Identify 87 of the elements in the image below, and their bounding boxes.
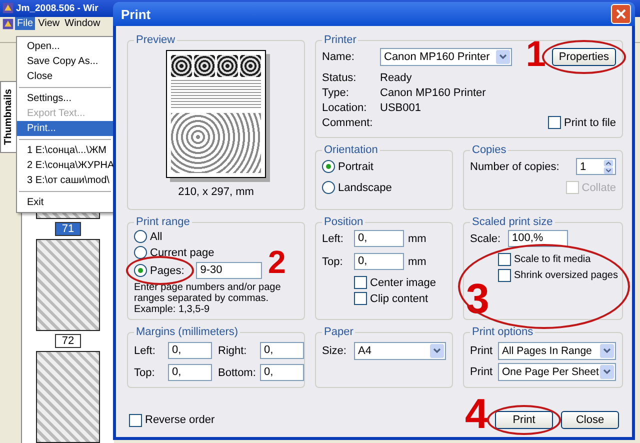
menu-item[interactable]: Close bbox=[17, 69, 113, 84]
callout-number: 4 bbox=[465, 393, 488, 435]
print-to-file-checkbox[interactable]: Print to file bbox=[548, 116, 616, 129]
position-checkbox[interactable]: Center image bbox=[354, 276, 446, 289]
page-number: 71 bbox=[54, 222, 82, 236]
field-label: Bottom: bbox=[218, 366, 254, 378]
info-label: Status: bbox=[322, 72, 358, 84]
position-field[interactable]: 0, bbox=[354, 230, 404, 247]
menu-item[interactable]: 2 E:\сонца\ЖУРНА bbox=[17, 158, 113, 173]
menu-item[interactable]: Exit bbox=[17, 195, 113, 210]
scale-field[interactable]: 100,% bbox=[508, 230, 568, 247]
pages-hint: Enter page numbers and/or page ranges separated by commas. Example: 1,3,5-9 bbox=[134, 282, 282, 315]
field-label: Name: bbox=[322, 51, 356, 63]
field-label: Top: bbox=[322, 256, 344, 268]
dialog-title: Print bbox=[121, 6, 151, 22]
info-value: Ready bbox=[380, 72, 412, 84]
field-label: Scale: bbox=[470, 232, 502, 244]
margin-field[interactable]: 0, bbox=[168, 342, 212, 359]
menu-item[interactable]: File bbox=[15, 17, 36, 30]
group-title: Preview bbox=[135, 34, 176, 46]
margin-field[interactable]: 0, bbox=[260, 342, 304, 359]
page-thumbnail[interactable] bbox=[36, 351, 100, 443]
field-label: Size: bbox=[322, 345, 348, 357]
scale-checkbox[interactable]: Scale to fit media bbox=[498, 253, 616, 266]
group-title: Print options bbox=[471, 326, 534, 338]
orientation-radio[interactable]: Portrait bbox=[322, 160, 446, 173]
properties-button[interactable]: Properties bbox=[552, 48, 616, 66]
menu-item[interactable]: Save Copy As... bbox=[17, 54, 113, 69]
unit-label: mm bbox=[408, 232, 426, 244]
copies-spinbox[interactable]: 1 bbox=[576, 158, 616, 175]
orientation-radio[interactable]: Landscape bbox=[322, 181, 446, 194]
position-field[interactable]: 0, bbox=[354, 253, 404, 270]
menu-item[interactable]: 1 E:\сонца\...\ЖМ bbox=[17, 143, 113, 158]
callout-number: 2 bbox=[268, 246, 286, 278]
menu-item[interactable]: 3 E:\от саши\mod\ bbox=[17, 173, 113, 188]
app-icon bbox=[2, 2, 14, 14]
margin-field[interactable]: 0, bbox=[260, 364, 304, 381]
reverse-order-checkbox[interactable]: Reverse order bbox=[129, 414, 215, 426]
dialog-button[interactable]: Print bbox=[495, 411, 553, 429]
callout-number: 1 bbox=[526, 36, 546, 72]
app-icon bbox=[2, 18, 14, 30]
field-label: Left: bbox=[322, 232, 344, 244]
app-title: Jm_2008.506 - Wir bbox=[16, 2, 98, 14]
menu-item[interactable]: Window bbox=[62, 17, 102, 30]
menu-item[interactable]: Settings... bbox=[17, 91, 113, 106]
info-label: Type: bbox=[322, 86, 350, 98]
group-title: Scaled print size bbox=[471, 216, 554, 228]
scale-checkbox[interactable]: Shrink oversized pages bbox=[498, 269, 616, 282]
group-title: Position bbox=[323, 216, 364, 228]
menu-item[interactable]: View bbox=[36, 17, 62, 30]
group-title: Print range bbox=[135, 216, 191, 228]
position-checkbox[interactable]: Clip content bbox=[354, 292, 446, 305]
info-label: Comment: bbox=[322, 116, 374, 128]
group-title: Paper bbox=[323, 326, 354, 338]
info-label: Location: bbox=[322, 102, 368, 114]
field-label: Left: bbox=[134, 344, 156, 356]
group-title: Margins (millimeters) bbox=[135, 326, 240, 338]
dialog-button[interactable]: Close bbox=[561, 411, 619, 429]
field-label: Print bbox=[470, 345, 494, 357]
print-range-radio[interactable]: Current page bbox=[134, 246, 214, 259]
unit-label: mm bbox=[408, 256, 426, 268]
print-range-radio[interactable]: All bbox=[134, 230, 162, 243]
printer-select[interactable]: Canon MP160 Printer bbox=[380, 48, 512, 66]
spin-arrows-icon bbox=[603, 160, 614, 174]
paper-size-select[interactable]: A4 bbox=[354, 342, 446, 360]
page-thumbnail[interactable] bbox=[36, 239, 100, 331]
info-value: USB001 bbox=[380, 102, 421, 114]
field-label: Number of copies: bbox=[470, 160, 560, 172]
close-icon bbox=[616, 9, 626, 19]
print-range-radio[interactable]: Pages: bbox=[134, 264, 184, 277]
field-label: Right: bbox=[218, 344, 248, 356]
group-title: Printer bbox=[323, 34, 358, 46]
info-value: Canon MP160 Printer bbox=[380, 86, 486, 98]
page-size-caption: 210, x 297, mm bbox=[178, 186, 254, 198]
margin-field[interactable]: 0, bbox=[168, 364, 212, 381]
thumbnails-tab[interactable]: Thumbnails bbox=[0, 81, 17, 153]
group-title: Orientation bbox=[323, 144, 379, 156]
print-option-select[interactable]: All Pages In Range bbox=[498, 342, 616, 360]
print-option-select[interactable]: One Page Per Sheet bbox=[498, 363, 616, 381]
menu-item[interactable]: Print... bbox=[17, 121, 113, 136]
field-label: Print bbox=[470, 366, 494, 378]
page-number: 72 bbox=[54, 334, 82, 348]
pages-field[interactable]: 9-30 bbox=[196, 262, 262, 279]
menu-item[interactable]: Open... bbox=[17, 39, 113, 54]
field-label: Top: bbox=[134, 366, 156, 378]
group-title: Copies bbox=[471, 144, 508, 156]
close-button[interactable] bbox=[611, 4, 631, 24]
